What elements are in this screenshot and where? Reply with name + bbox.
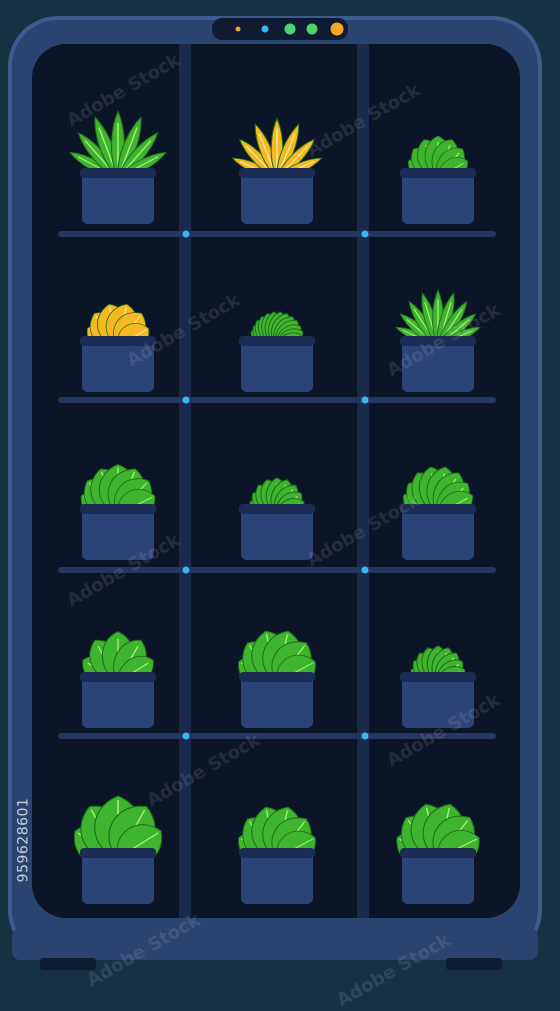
pot-body [402,508,474,560]
pot-body [402,340,474,392]
pot-body [402,676,474,728]
stock-id-text: 959628601 [15,797,32,883]
cabinet-foot-right [446,958,502,970]
cabinet-foot-left [40,958,96,970]
shelf-light-dot [361,566,369,574]
pot-rim [80,336,156,346]
indicator-orange-light [330,22,344,36]
pot-body [241,676,313,728]
pot-rim [239,168,315,178]
pot-body [402,852,474,904]
pot-body [241,852,313,904]
indicator-blue-dot [261,25,269,33]
pot-rim [239,672,315,682]
pot-rim [400,504,476,514]
vertical-rail-left [179,44,191,918]
pot-rim [80,504,156,514]
pot-rim [80,168,156,178]
shelf-bar [58,397,496,403]
pot-body [82,676,154,728]
pot-rim [400,848,476,858]
pot-rim [400,672,476,682]
indicator-panel [212,18,348,40]
pot-body [241,508,313,560]
shelf-light-dot [361,230,369,238]
pot-rim [80,848,156,858]
pot-rim [400,168,476,178]
indicator-green-light [306,23,318,35]
shelf-light-dot [361,732,369,740]
pot-rim [80,672,156,682]
pot-body [82,852,154,904]
pot-rim [239,848,315,858]
pot-body [82,508,154,560]
shelf-bar [58,567,496,573]
pot-body [402,172,474,224]
pot-body [82,172,154,224]
pot-body [82,340,154,392]
shelf-bar [58,231,496,237]
shelf-light-dot [182,566,190,574]
shelf-bar [58,733,496,739]
shelf-light-dot [182,732,190,740]
shelf-light-dot [182,396,190,404]
pot-rim [239,336,315,346]
shelf-light-dot [182,230,190,238]
indicator-orange-dot [235,26,241,32]
vertical-rail-right [357,44,369,918]
pot-rim [239,504,315,514]
pot-body [241,340,313,392]
shelf-light-dot [361,396,369,404]
grow-cabinet [8,16,542,970]
stock-id-label: 959628601 [8,760,38,920]
pot-body [241,172,313,224]
indicator-green-light [284,23,296,35]
cabinet-base [12,928,538,960]
hydroponic-tower-illustration: 959628601 Adobe StockAdobe StockAdobe St… [0,0,560,1011]
pot-rim [400,336,476,346]
